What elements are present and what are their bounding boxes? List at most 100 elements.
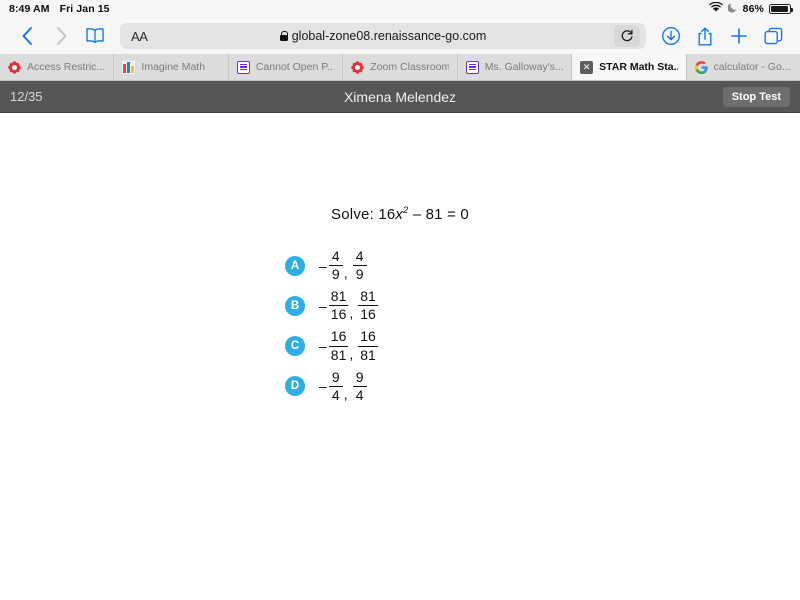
denominator: 9 (354, 267, 366, 282)
choice-bullet-b[interactable]: B (285, 296, 305, 316)
choice-value-a: – 4 9 , 4 9 (319, 249, 367, 282)
lock-icon (280, 31, 288, 41)
google-g-icon (695, 61, 708, 74)
denominator: 81 (329, 348, 349, 363)
choice-b-fraction-1: 81 16 (329, 289, 349, 322)
question-progress: 12/35 (10, 89, 43, 104)
choice-b-fraction-2: 81 16 (358, 289, 378, 322)
document-purple-icon (466, 61, 479, 74)
browser-tab-ms-galloway[interactable]: Ms. Galloway's... (458, 54, 572, 80)
choice-bullet-c[interactable]: C (285, 336, 305, 356)
choice-c-fraction-2: 16 81 (358, 329, 378, 362)
choice-b-separator: , (349, 305, 353, 322)
choice-d-separator: , (344, 386, 348, 403)
stop-test-button[interactable]: Stop Test (723, 87, 790, 107)
choice-a-sign: – (319, 258, 327, 274)
choice-d-fraction-2: 9 4 (353, 370, 367, 403)
answer-choice-c[interactable]: C – 16 81 , 16 81 (285, 329, 515, 362)
browser-tab-zoom-classroom[interactable]: Zoom Classroom (343, 54, 457, 80)
question-content-area: Solve: 16x2 – 81 = 0 A – 4 9 , 4 9 B (0, 113, 800, 599)
renaissance-flower-icon (8, 61, 21, 74)
imagine-math-icon (122, 61, 135, 74)
answer-choice-b[interactable]: B – 81 16 , 81 16 (285, 289, 515, 322)
address-bar[interactable]: AA global-zone08.renaissance-go.com (120, 23, 646, 49)
choice-a-separator: , (344, 265, 348, 282)
back-button[interactable] (10, 21, 44, 51)
question-right-side: 0 (460, 206, 469, 223)
broken-image-icon: ✕ (580, 61, 593, 74)
url-text: global-zone08.renaissance-go.com (292, 29, 487, 43)
test-header-bar: 12/35 Ximena Melendez Stop Test (0, 81, 800, 113)
choice-value-b: – 81 16 , 81 16 (319, 289, 378, 322)
choice-a-fraction-2: 4 9 (353, 249, 367, 282)
browser-tab-calculator[interactable]: calculator - Go... (687, 54, 800, 80)
choice-value-c: – 16 81 , 16 81 (319, 329, 378, 362)
answer-choice-a[interactable]: A – 4 9 , 4 9 (285, 249, 515, 282)
numerator: 16 (329, 329, 349, 344)
browser-tab-imagine-math[interactable]: Imagine Math (114, 54, 228, 80)
browser-tab-cannot-open[interactable]: Cannot Open P... (229, 54, 343, 80)
browser-toolbar: AA global-zone08.renaissance-go.com (0, 18, 800, 54)
question-equals: = (443, 206, 461, 223)
tab-title: Imagine Math (141, 61, 205, 73)
question-prompt: Solve: 16x2 – 81 = 0 (0, 205, 800, 223)
denominator: 4 (330, 388, 342, 403)
question-coefficient: 16 (378, 206, 395, 223)
choice-value-d: – 9 4 , 9 4 (319, 370, 367, 403)
new-tab-button[interactable] (722, 21, 756, 51)
denominator: 16 (358, 307, 378, 322)
show-tabs-button[interactable] (756, 21, 790, 51)
choice-a-fraction-1: 4 9 (329, 249, 343, 282)
answer-choices-list: A – 4 9 , 4 9 B – 81 (0, 249, 800, 403)
question-prefix: Solve: (331, 206, 378, 223)
tab-title: Access Restric... (27, 61, 105, 73)
browser-tab-star-math[interactable]: ✕ STAR Math Sta... (572, 54, 686, 80)
browser-tab-access-restricted[interactable]: Access Restric... (0, 54, 114, 80)
numerator: 81 (358, 289, 378, 304)
tab-title: calculator - Go... (714, 61, 791, 73)
numerator: 4 (330, 249, 342, 264)
status-time: 8:49 AM (9, 3, 50, 15)
bookmarks-button[interactable] (78, 21, 112, 51)
downloads-button[interactable] (654, 21, 688, 51)
crescent-moon-icon (728, 2, 738, 16)
choice-b-sign: – (319, 298, 327, 314)
document-purple-icon (237, 61, 250, 74)
forward-button[interactable] (44, 21, 78, 51)
text-size-button[interactable]: AA (126, 29, 148, 44)
choice-d-sign: – (319, 378, 327, 394)
tab-title: Zoom Classroom (370, 61, 448, 73)
tab-bar: Access Restric... Imagine Math Cannot Op… (0, 54, 800, 81)
battery-percent: 86% (743, 3, 764, 15)
ios-status-bar: 8:49 AM Fri Jan 15 86% (0, 0, 800, 18)
question-operator: – (408, 206, 425, 223)
choice-c-fraction-1: 16 81 (329, 329, 349, 362)
share-button[interactable] (688, 21, 722, 51)
tab-title: STAR Math Sta... (599, 61, 677, 73)
choice-bullet-a[interactable]: A (285, 256, 305, 276)
numerator: 81 (329, 289, 349, 304)
choice-d-fraction-1: 9 4 (329, 370, 343, 403)
battery-icon (769, 4, 791, 14)
choice-bullet-d[interactable]: D (285, 376, 305, 396)
choice-c-separator: , (349, 346, 353, 363)
denominator: 16 (329, 307, 349, 322)
denominator: 81 (358, 348, 378, 363)
numerator: 16 (358, 329, 378, 344)
denominator: 9 (330, 267, 342, 282)
tab-title: Cannot Open P... (256, 61, 334, 73)
answer-choice-d[interactable]: D – 9 4 , 9 4 (285, 370, 515, 403)
status-date: Fri Jan 15 (60, 3, 110, 15)
choice-c-sign: – (319, 338, 327, 354)
denominator: 4 (354, 388, 366, 403)
renaissance-flower-icon (351, 61, 364, 74)
numerator: 9 (354, 370, 366, 385)
student-name: Ximena Melendez (0, 89, 800, 105)
numerator: 4 (354, 249, 366, 264)
reload-button[interactable] (614, 25, 640, 47)
wifi-icon (709, 2, 723, 16)
numerator: 9 (330, 370, 342, 385)
tab-title: Ms. Galloway's... (485, 61, 563, 73)
question-constant: 81 (426, 206, 443, 223)
question-variable: x (395, 206, 403, 223)
